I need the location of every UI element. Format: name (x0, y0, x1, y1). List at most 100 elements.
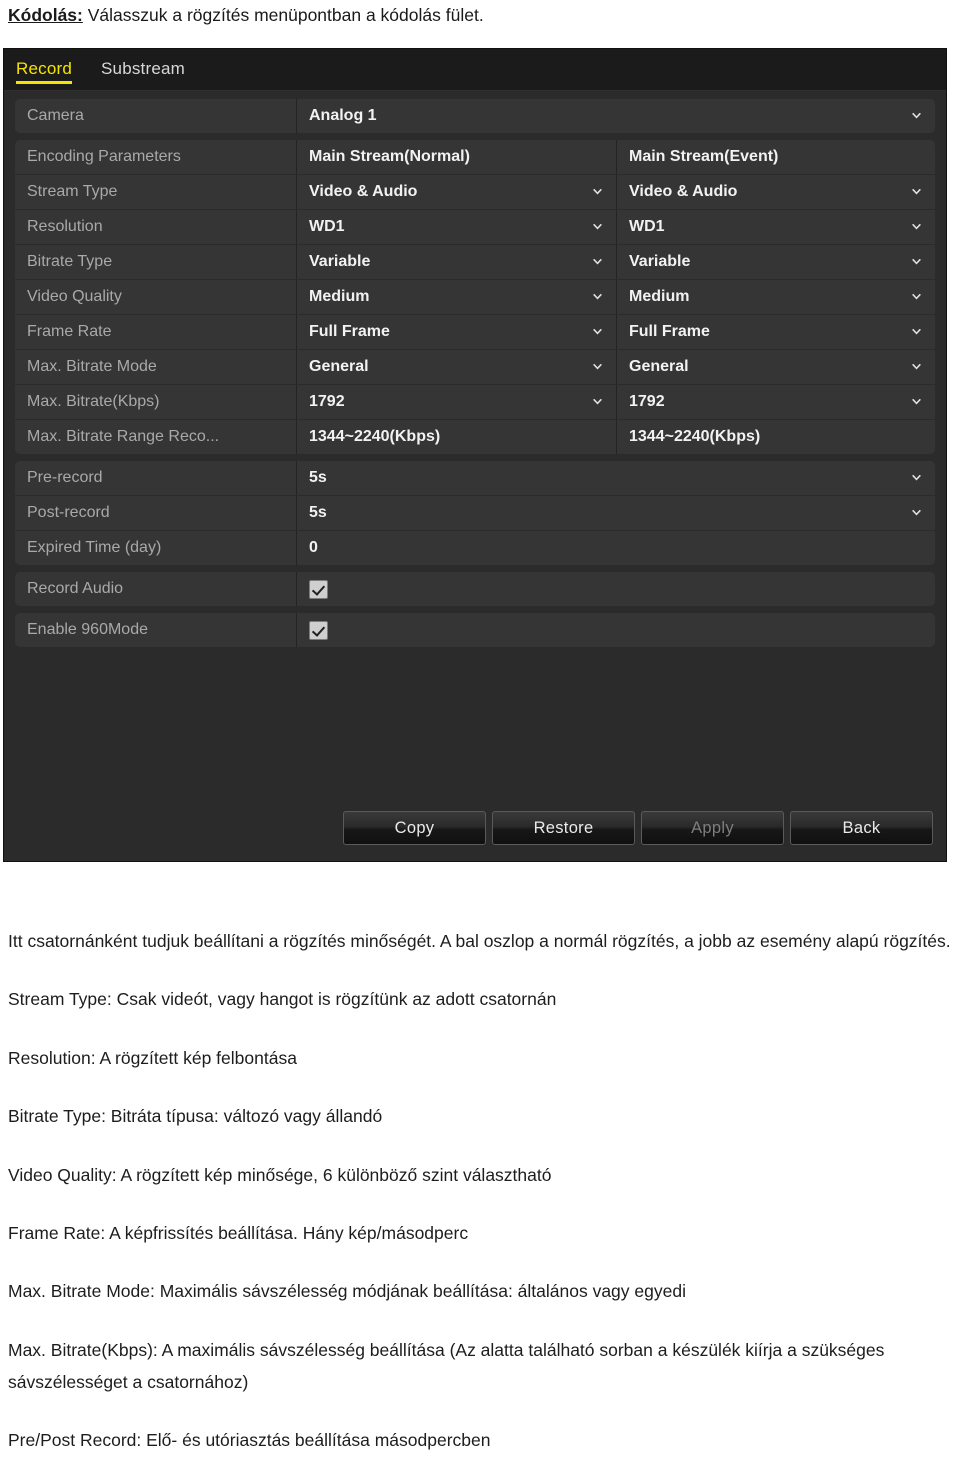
encoding-parameters-event-value: Main Stream(Event) (629, 148, 779, 165)
post-record-select[interactable]: 5s (297, 496, 935, 530)
form-row-expired-time: Expired Time (day) 0 (15, 531, 935, 565)
max-bitrate-mode-normal-value: General (309, 358, 369, 375)
frame-rate-normal-value: Full Frame (309, 323, 390, 340)
max-bitrate-range-normal-value: 1344~2240(Kbps) (309, 428, 441, 445)
form-group-record-audio: Record Audio (15, 572, 935, 606)
form-row-pre-record: Pre-record 5s (15, 461, 935, 496)
max-bitrate-mode-event-select[interactable]: General (617, 350, 935, 384)
form-row-max-bitrate-kbps: Max. Bitrate(Kbps) 1792 1792 (15, 385, 935, 420)
chevron-down-icon (591, 396, 604, 409)
video-quality-normal-select[interactable]: Medium (297, 280, 617, 314)
form-row-encoding-parameters: Encoding Parameters Main Stream(Normal) … (15, 140, 935, 175)
apply-button[interactable]: Apply (641, 811, 784, 845)
form-group-960mode: Enable 960Mode (15, 613, 935, 647)
chevron-down-icon (591, 186, 604, 199)
encoding-form: Camera Analog 1 Encoding Parameters Main… (4, 90, 946, 861)
enable-960mode-cell (297, 613, 935, 647)
form-row-record-audio: Record Audio (15, 572, 935, 606)
post-record-value: 5s (309, 504, 327, 521)
max-bitrate-normal-select[interactable]: 1792 (297, 385, 617, 419)
paragraph-video-quality: Video Quality: A rögzített kép minősége,… (8, 1164, 552, 1185)
chevron-down-icon (591, 221, 604, 234)
restore-button[interactable]: Restore (492, 811, 635, 845)
tab-bar: Record Substream (4, 49, 946, 91)
form-row-frame-rate: Frame Rate Full Frame Full Frame (15, 315, 935, 350)
form-row-enable-960mode: Enable 960Mode (15, 613, 935, 647)
max-bitrate-event-select[interactable]: 1792 (617, 385, 935, 419)
tab-substream[interactable]: Substream (101, 59, 185, 81)
field-label: Camera (15, 99, 297, 133)
stream-type-normal-value: Video & Audio (309, 183, 418, 200)
paragraph-pre-post-record: Pre/Post Record: Elő- és utóriasztás beá… (8, 1430, 491, 1451)
expired-time-value: 0 (309, 539, 318, 556)
paragraph-frame-rate: Frame Rate: A képfrissítés beállítása. H… (8, 1222, 469, 1243)
chevron-down-icon (910, 396, 923, 409)
max-bitrate-mode-normal-select[interactable]: General (297, 350, 617, 384)
form-row-stream-type: Stream Type Video & Audio Video & Audio (15, 175, 935, 210)
resolution-event-select[interactable]: WD1 (617, 210, 935, 244)
bitrate-type-event-value: Variable (629, 253, 691, 270)
camera-select[interactable]: Analog 1 (297, 99, 935, 133)
button-bar: Copy Restore Apply Back (343, 811, 933, 845)
enable-960mode-checkbox[interactable] (309, 620, 328, 640)
field-label: Max. Bitrate Mode (15, 350, 297, 384)
field-label: Resolution (15, 210, 297, 244)
bitrate-type-event-select[interactable]: Variable (617, 245, 935, 279)
paragraph-resolution: Resolution: A rögzített kép felbontása (8, 1047, 297, 1068)
chevron-down-icon (910, 110, 923, 123)
frame-rate-event-value: Full Frame (629, 323, 710, 340)
field-label: Post-record (15, 496, 297, 530)
tab-record[interactable]: Record (16, 59, 73, 84)
camera-select-value: Analog 1 (309, 107, 377, 124)
field-label: Expired Time (day) (15, 531, 297, 565)
bitrate-type-normal-select[interactable]: Variable (297, 245, 617, 279)
bitrate-type-normal-value: Variable (309, 253, 371, 270)
max-bitrate-mode-event-value: General (629, 358, 689, 375)
expired-time-input[interactable]: 0 (297, 531, 935, 565)
chevron-down-icon (910, 256, 923, 269)
chevron-down-icon (591, 256, 604, 269)
frame-rate-normal-select[interactable]: Full Frame (297, 315, 617, 349)
copy-button[interactable]: Copy (343, 811, 486, 845)
chevron-down-icon (910, 326, 923, 339)
form-row-max-bitrate-mode: Max. Bitrate Mode General General (15, 350, 935, 385)
page-title-lead: Kódolás: (8, 5, 83, 25)
field-label: Pre-record (15, 461, 297, 495)
frame-rate-event-select[interactable]: Full Frame (617, 315, 935, 349)
stream-type-event-select[interactable]: Video & Audio (617, 175, 935, 209)
field-label: Stream Type (15, 175, 297, 209)
page-title: Kódolás: Válasszuk a rögzítés menüpontba… (8, 5, 948, 27)
body-copy: Itt csatornánként tudjuk beállítani a rö… (8, 925, 952, 1457)
form-row-max-bitrate-range: Max. Bitrate Range Reco... 1344~2240(Kbp… (15, 420, 935, 454)
field-label: Bitrate Type (15, 245, 297, 279)
paragraph-max-bitrate-kbps: Max. Bitrate(Kbps): A maximális sávszéle… (8, 1339, 885, 1392)
stream-type-normal-select[interactable]: Video & Audio (297, 175, 617, 209)
resolution-normal-select[interactable]: WD1 (297, 210, 617, 244)
paragraph-stream-type: Stream Type: Csak videót, vagy hangot is… (8, 989, 557, 1010)
pre-record-select[interactable]: 5s (297, 461, 935, 495)
video-quality-event-value: Medium (629, 288, 690, 305)
field-label: Video Quality (15, 280, 297, 314)
dvr-encoding-panel: Record Substream Camera Analog 1 Encodin… (3, 48, 947, 862)
back-button[interactable]: Back (790, 811, 933, 845)
field-label: Max. Bitrate(Kbps) (15, 385, 297, 419)
video-quality-normal-value: Medium (309, 288, 370, 305)
max-bitrate-range-event-value: 1344~2240(Kbps) (629, 428, 761, 445)
form-row-resolution: Resolution WD1 WD1 (15, 210, 935, 245)
form-group-record-timing: Pre-record 5s Post-record 5s Expired Tim… (15, 461, 935, 565)
field-label: Record Audio (15, 572, 297, 606)
form-row-bitrate-type: Bitrate Type Variable Variable (15, 245, 935, 280)
form-group-camera: Camera Analog 1 (15, 99, 935, 133)
encoding-parameters-normal: Main Stream(Normal) (297, 140, 617, 174)
chevron-down-icon (910, 221, 923, 234)
form-row-post-record: Post-record 5s (15, 496, 935, 531)
stream-type-event-value: Video & Audio (629, 183, 738, 200)
form-row-video-quality: Video Quality Medium Medium (15, 280, 935, 315)
resolution-normal-value: WD1 (309, 218, 345, 235)
form-group-encoding: Encoding Parameters Main Stream(Normal) … (15, 140, 935, 454)
chevron-down-icon (910, 291, 923, 304)
record-audio-checkbox[interactable] (309, 579, 328, 599)
field-label: Encoding Parameters (15, 140, 297, 174)
record-audio-cell (297, 572, 935, 606)
video-quality-event-select[interactable]: Medium (617, 280, 935, 314)
